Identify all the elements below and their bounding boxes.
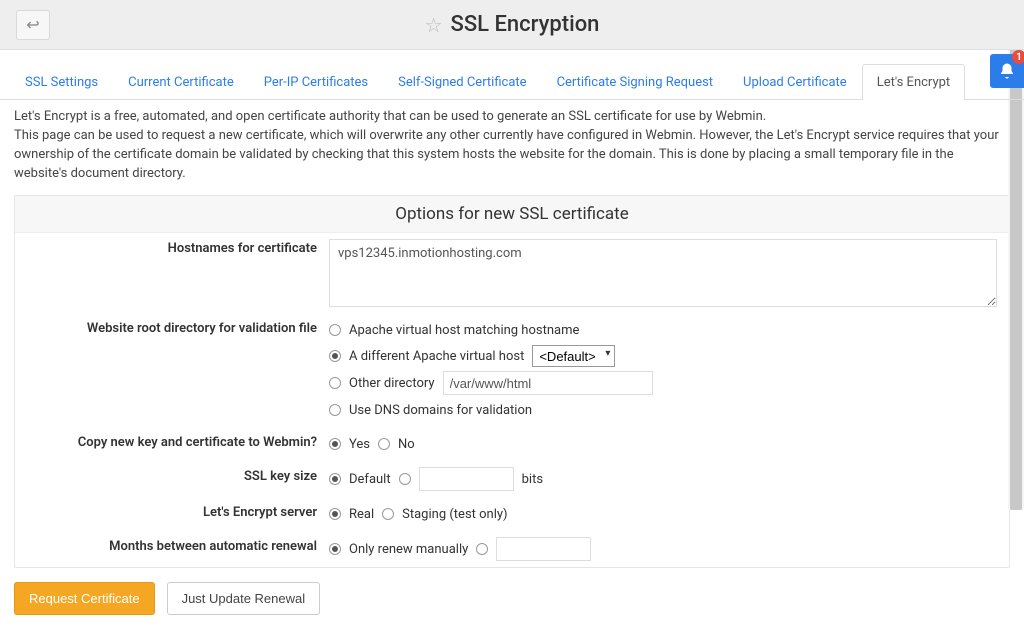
server-label: Let's Encrypt server <box>15 501 325 520</box>
keysize-radio-custom[interactable] <box>399 473 411 485</box>
webroot-label: Website root directory for validation fi… <box>15 317 325 336</box>
tab-self-signed-certificate[interactable]: Self-Signed Certificate <box>383 64 541 100</box>
webroot-vhost-select[interactable]: <Default> <box>532 345 615 367</box>
favorite-star-icon[interactable]: ☆ <box>425 13 443 37</box>
copy-radio-yes[interactable] <box>329 438 341 450</box>
renew-radio-manual[interactable] <box>329 543 341 555</box>
copy-opt-yes[interactable]: Yes <box>349 437 370 452</box>
renew-label: Months between automatic renewal <box>15 535 325 554</box>
webroot-opt-other-directory[interactable]: Other directory <box>349 376 435 391</box>
tab-bar: SSL Settings Current Certificate Per-IP … <box>0 64 1024 100</box>
page-header: ↩ ☆ SSL Encryption <box>0 0 1024 50</box>
server-radio-real[interactable] <box>329 508 341 520</box>
tab-upload-certificate[interactable]: Upload Certificate <box>728 64 862 100</box>
panel-title: Options for new SSL certificate <box>15 196 1009 233</box>
arrow-left-icon: ↩ <box>26 15 39 34</box>
notification-badge: 1 <box>1012 50 1024 64</box>
keysize-unit: bits <box>522 472 543 487</box>
keysize-input[interactable] <box>419 467 514 491</box>
server-radio-staging[interactable] <box>382 508 394 520</box>
intro-paragraph-2: This page can be used to request a new c… <box>14 127 1010 184</box>
renew-opt-manual[interactable]: Only renew manually <box>349 542 468 557</box>
keysize-opt-default[interactable]: Default <box>349 472 391 487</box>
webroot-opt-different-vhost[interactable]: A different Apache virtual host <box>349 349 524 364</box>
hostnames-input[interactable] <box>329 239 997 307</box>
back-button[interactable]: ↩ <box>16 10 50 40</box>
webroot-radio-use-dns[interactable] <box>329 404 341 416</box>
tab-certificate-signing-request[interactable]: Certificate Signing Request <box>542 64 728 100</box>
copy-radio-no[interactable] <box>378 438 390 450</box>
webroot-opt-apache-matching[interactable]: Apache virtual host matching hostname <box>349 323 579 338</box>
just-update-renewal-button[interactable]: Just Update Renewal <box>167 582 321 615</box>
copy-opt-no[interactable]: No <box>398 437 415 452</box>
tab-lets-encrypt[interactable]: Let's Encrypt <box>862 64 965 100</box>
server-opt-real[interactable]: Real <box>349 507 374 522</box>
tab-per-ip-certificates[interactable]: Per-IP Certificates <box>249 64 383 100</box>
webroot-opt-use-dns[interactable]: Use DNS domains for validation <box>349 403 532 418</box>
webroot-radio-other-directory[interactable] <box>329 377 341 389</box>
keysize-radio-default[interactable] <box>329 473 341 485</box>
page-title: SSL Encryption <box>451 12 600 37</box>
options-panel: Options for new SSL certificate Hostname… <box>14 195 1010 568</box>
request-certificate-button[interactable]: Request Certificate <box>14 582 155 615</box>
renew-radio-months[interactable] <box>476 543 488 555</box>
webroot-radio-different-vhost[interactable] <box>329 350 341 362</box>
webroot-radio-apache-matching[interactable] <box>329 324 341 336</box>
intro-paragraph-1: Let's Encrypt is a free, automated, and … <box>14 108 1010 127</box>
renew-months-input[interactable] <box>496 537 591 561</box>
tab-current-certificate[interactable]: Current Certificate <box>113 64 249 100</box>
server-opt-staging[interactable]: Staging (test only) <box>402 507 507 522</box>
copy-label: Copy new key and certificate to Webmin? <box>15 431 325 450</box>
tab-ssl-settings[interactable]: SSL Settings <box>10 64 113 100</box>
action-buttons: Request Certificate Just Update Renewal <box>0 568 1024 629</box>
intro-text: Let's Encrypt is a free, automated, and … <box>0 100 1024 187</box>
webroot-other-directory-input[interactable] <box>443 371 653 395</box>
hostnames-label: Hostnames for certificate <box>15 237 325 256</box>
keysize-label: SSL key size <box>15 465 325 484</box>
